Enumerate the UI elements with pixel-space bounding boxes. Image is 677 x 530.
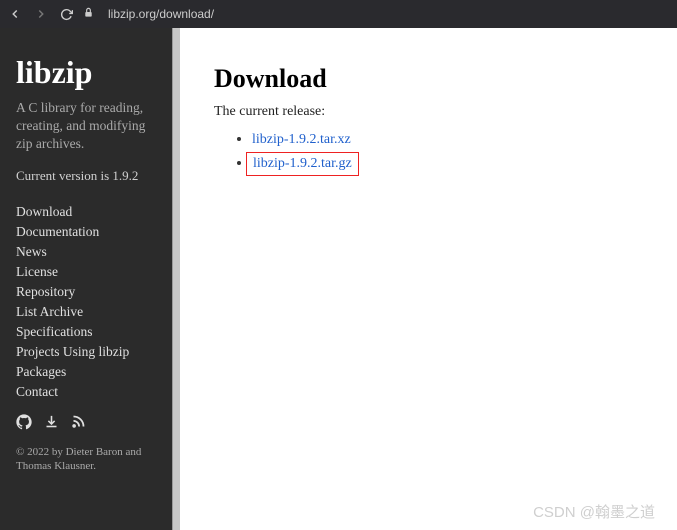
site-title[interactable]: libzip: [16, 54, 164, 91]
sidebar: libzip A C library for reading, creating…: [0, 28, 180, 530]
nav-specifications[interactable]: Specifications: [16, 322, 164, 342]
copyright-text: © 2022 by Dieter Baron and Thomas Klausn…: [16, 445, 164, 474]
version-text: Current version is 1.9.2: [16, 168, 164, 184]
browser-address-bar: libzip.org/download/: [0, 0, 677, 28]
release-item: libzip-1.9.2.tar.xz: [252, 128, 643, 150]
site-tagline: A C library for reading, creating, and m…: [16, 99, 164, 154]
nav-license[interactable]: License: [16, 262, 164, 282]
back-icon[interactable]: [8, 7, 22, 21]
nav-download[interactable]: Download: [16, 202, 164, 222]
release-link-xz[interactable]: libzip-1.9.2.tar.xz: [252, 132, 351, 147]
main-content: Download The current release: libzip-1.9…: [180, 28, 677, 530]
release-intro: The current release:: [214, 104, 643, 120]
highlight-annotation: libzip-1.9.2.tar.gz: [246, 152, 359, 176]
nav-documentation[interactable]: Documentation: [16, 222, 164, 242]
nav-packages[interactable]: Packages: [16, 362, 164, 382]
release-link-gz[interactable]: libzip-1.9.2.tar.gz: [253, 156, 352, 171]
url-text[interactable]: libzip.org/download/: [108, 7, 214, 21]
rss-icon[interactable]: [71, 414, 86, 435]
release-list: libzip-1.9.2.tar.xz libzip-1.9.2.tar.gz: [252, 128, 643, 178]
page-title: Download: [214, 64, 643, 94]
nav-projects[interactable]: Projects Using libzip: [16, 342, 164, 362]
github-icon[interactable]: [16, 414, 32, 435]
nav-news[interactable]: News: [16, 242, 164, 262]
release-item: libzip-1.9.2.tar.gz: [252, 150, 643, 178]
download-icon[interactable]: [44, 414, 59, 435]
watermark-text: CSDN @翰墨之道: [533, 501, 655, 522]
reload-icon[interactable]: [60, 8, 73, 21]
nav-contact[interactable]: Contact: [16, 382, 164, 402]
lock-icon: [83, 5, 94, 23]
sidebar-nav: Download Documentation News License Repo…: [16, 202, 164, 402]
nav-list-archive[interactable]: List Archive: [16, 302, 164, 322]
nav-repository[interactable]: Repository: [16, 282, 164, 302]
forward-icon[interactable]: [34, 7, 48, 21]
sidebar-icon-row: [16, 414, 164, 435]
